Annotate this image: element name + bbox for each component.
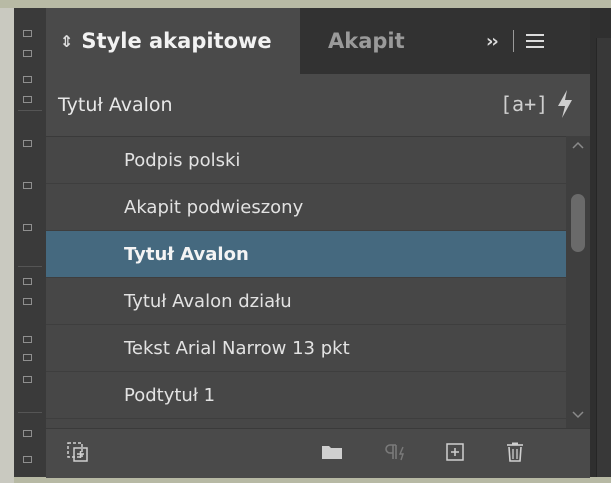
hamburger-menu-icon[interactable] xyxy=(525,34,544,48)
style-label: Podpis polski xyxy=(124,149,241,171)
left-edge xyxy=(0,8,14,483)
document-edge-inner xyxy=(596,38,611,477)
pathfinder-icon[interactable] xyxy=(20,334,34,344)
tab-label: Style akapitowe xyxy=(81,29,272,53)
list-item[interactable]: Tytuł Avalon działu xyxy=(46,278,566,325)
style-label: Tytuł Avalon działu xyxy=(124,290,292,312)
tab-paragraph[interactable]: Akapit xyxy=(328,8,405,74)
new-group-folder-icon[interactable] xyxy=(320,441,344,463)
pages-icon[interactable] xyxy=(20,28,34,38)
current-style-name: Tytuł Avalon xyxy=(58,94,173,116)
effects-icon[interactable] xyxy=(20,374,34,384)
list-item[interactable]: Podpis polski xyxy=(46,137,566,184)
styles-list: Podpis polski Akapit podwieszony Tytuł A… xyxy=(46,136,566,429)
panel-footer xyxy=(46,428,590,478)
delete-trash-icon[interactable] xyxy=(504,441,526,463)
swatches-icon[interactable] xyxy=(20,138,34,148)
strip-divider xyxy=(18,266,42,267)
gradient-icon[interactable] xyxy=(20,222,34,232)
scroll-up-icon[interactable] xyxy=(571,140,585,150)
window-top-strip xyxy=(0,0,611,8)
tab-paragraph-styles[interactable]: ⇕ Style akapitowe xyxy=(46,8,300,74)
load-styles-icon[interactable] xyxy=(66,441,90,463)
clear-overrides-paragraph-icon[interactable] xyxy=(382,441,408,463)
current-style-bar: Tytuł Avalon [a+] xyxy=(46,80,590,136)
strip-divider xyxy=(18,412,42,413)
tab-label: Akapit xyxy=(328,29,405,53)
tab-bar-controls: ›› xyxy=(486,8,544,74)
updown-arrows-icon: ⇕ xyxy=(60,31,74,51)
new-style-bracket-icon[interactable]: [a+] xyxy=(500,92,548,116)
color-icon[interactable] xyxy=(20,180,34,190)
layers-icon[interactable] xyxy=(20,48,34,58)
style-label: Akapit podwieszony xyxy=(124,196,304,218)
links-icon[interactable] xyxy=(20,74,34,84)
style-label: Podtytuł 1 xyxy=(124,384,216,406)
style-label: Tytuł Avalon xyxy=(124,243,249,265)
panel-tab-bar: ⇕ Style akapitowe Akapit ›› xyxy=(46,8,590,74)
text-wrap-icon[interactable] xyxy=(20,276,34,286)
paragraph-styles-icon[interactable] xyxy=(20,428,34,438)
character-styles-icon[interactable] xyxy=(20,454,34,464)
scrollbar[interactable] xyxy=(566,136,590,428)
scrollbar-thumb[interactable] xyxy=(571,194,585,252)
strip-divider xyxy=(18,110,42,111)
align-icon[interactable] xyxy=(20,296,34,306)
document-edge xyxy=(590,8,611,477)
collapsed-panels-strip xyxy=(14,8,46,477)
scroll-down-icon[interactable] xyxy=(571,410,585,420)
double-chevron-right-icon[interactable]: ›› xyxy=(486,31,499,52)
stroke-icon[interactable] xyxy=(20,94,34,104)
paragraph-styles-panel: ⇕ Style akapitowe Akapit ›› Tytuł Avalon… xyxy=(46,8,590,478)
links-chain-icon[interactable] xyxy=(20,352,34,362)
style-label: Tekst Arial Narrow 13 pkt xyxy=(124,337,350,359)
list-item[interactable]: Akapit podwieszony xyxy=(46,184,566,231)
lightning-icon[interactable] xyxy=(554,88,576,120)
list-item-selected[interactable]: Tytuł Avalon xyxy=(46,231,566,278)
list-item[interactable]: Tekst Arial Narrow 13 pkt xyxy=(46,325,566,372)
list-item[interactable]: Podtytuł 1 xyxy=(46,372,566,419)
create-new-style-icon[interactable] xyxy=(444,441,466,463)
tab-divider xyxy=(512,30,514,52)
